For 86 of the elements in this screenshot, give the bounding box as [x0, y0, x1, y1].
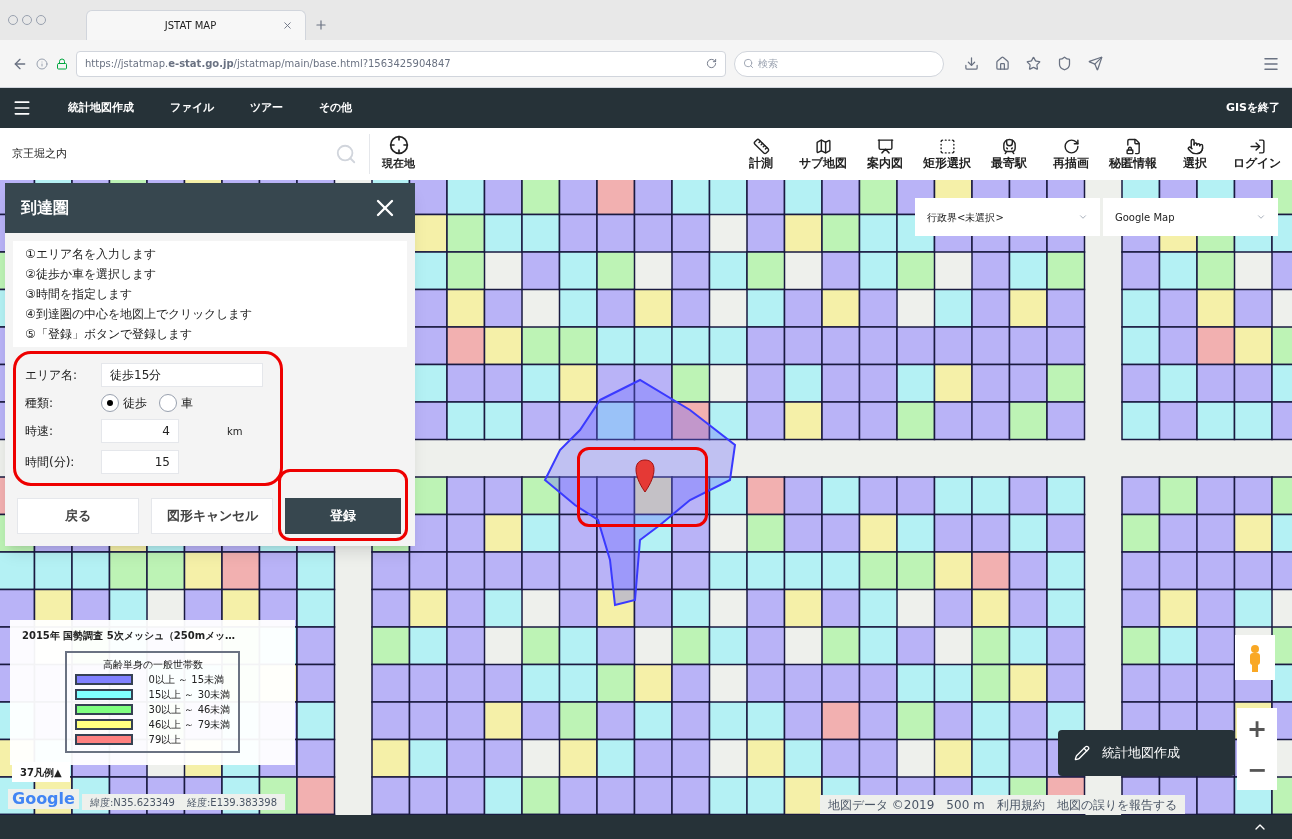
login-tool-icon — [1248, 138, 1266, 155]
field-label: 時間(分): — [25, 454, 76, 471]
browser-tab[interactable]: JSTAT MAP — [86, 10, 306, 40]
boundary-select[interactable]: 行政界<未選択> — [915, 198, 1100, 236]
radio-button[interactable] — [159, 394, 177, 412]
unit-text: km — [227, 424, 243, 439]
pencil-icon — [1074, 745, 1090, 761]
attribution-text: 地図データ ©2019 — [828, 797, 935, 812]
google-logo: Google — [8, 789, 79, 809]
pegman-icon — [1248, 643, 1262, 672]
map-pin-icon — [635, 459, 655, 493]
nav-menu-item[interactable]: ツアー — [250, 99, 283, 117]
map-tool-button[interactable]: 案内図 — [854, 138, 916, 170]
measure-tool-icon — [752, 138, 770, 155]
speed-field[interactable]: 4 — [101, 419, 179, 443]
nav-menu-item[interactable]: ファイル — [170, 99, 214, 117]
attribution-text[interactable]: 地図の誤りを報告する — [1056, 797, 1177, 812]
crosshair-icon — [388, 135, 409, 156]
legend-title: 2015年 国勢調査 5次メッシュ（250mメッ… — [22, 629, 236, 643]
current-location-button[interactable]: 現在地 — [382, 135, 415, 173]
legend-label: 0以上 ～ 15未満 — [148, 673, 225, 687]
reload-icon[interactable] — [706, 58, 717, 69]
search-icon — [335, 143, 357, 165]
time-field[interactable]: 15 — [101, 450, 179, 474]
map-tool-button[interactable]: 最寄駅 — [978, 138, 1040, 170]
nav-menu-item[interactable]: 統計地図作成 — [68, 99, 134, 117]
shield-icon[interactable] — [1057, 56, 1072, 71]
map-tool-button[interactable]: 秘匿情報 — [1102, 138, 1164, 170]
secret-tool-icon — [1124, 138, 1142, 155]
attribution-text[interactable]: 利用規約 — [996, 797, 1045, 812]
rect-tool-icon — [938, 138, 956, 155]
select-tool-icon — [1186, 138, 1204, 155]
legend-label: 79以上 — [148, 733, 182, 747]
instruction-text: ⑤「登録」ボタンで登録します — [25, 326, 193, 343]
search-icon — [743, 58, 754, 69]
coordinate-text: 経度:E139.383398 — [186, 795, 278, 810]
legend-label: 46以上 ～ 79未満 — [148, 718, 231, 732]
lock-icon — [56, 57, 68, 70]
send-icon[interactable] — [1088, 56, 1103, 71]
exit-gis-link[interactable]: GISを終了 — [1225, 99, 1280, 117]
download-icon[interactable] — [964, 56, 979, 71]
panel-button[interactable]: 図形キャンセル — [151, 498, 273, 534]
caret-icon — [1256, 212, 1266, 222]
field-label: 時速: — [25, 423, 55, 440]
redraw-tool-icon — [1062, 138, 1080, 155]
instruction-text: ②徒歩か車を選択します — [25, 266, 157, 283]
map-tool-button[interactable]: 選択 — [1164, 138, 1226, 170]
bookmark-star-icon[interactable] — [1026, 56, 1041, 71]
legend-label: 15以上 ～ 30未満 — [148, 688, 231, 702]
coordinate-text: 緯度:N35.623349 — [90, 795, 175, 810]
field-label: エリア名: — [25, 367, 79, 384]
zoom-out-button[interactable]: − — [1246, 751, 1268, 788]
tab-close-icon[interactable] — [282, 20, 293, 31]
legend-label: 30以上 ～ 46未満 — [148, 703, 231, 717]
area-name-field[interactable]: 徒歩15分 — [101, 363, 263, 387]
map-tool-button[interactable]: 計測 — [730, 138, 792, 170]
place-search-field[interactable]: 京王堀之内 — [0, 134, 370, 174]
menu-icon[interactable] — [12, 98, 32, 118]
home-icon[interactable] — [995, 56, 1010, 71]
radio-label: 車 — [181, 395, 193, 412]
radio-button[interactable] — [101, 394, 119, 412]
map-tool-button[interactable]: サブ地図 — [792, 138, 854, 170]
station-tool-icon — [1000, 138, 1018, 155]
zoom-in-button[interactable]: + — [1246, 710, 1268, 747]
nav-menu-item[interactable]: その他 — [319, 99, 352, 117]
instruction-text: ③時間を指定します — [25, 286, 133, 303]
submap-tool-icon — [814, 138, 832, 155]
url-field[interactable]: https://jstatmap.e-stat.go.jp/jstatmap/main/base.html?1563425904847 — [76, 50, 726, 77]
register-button[interactable]: 登録 — [285, 498, 401, 534]
basemap-select[interactable]: Google Map — [1103, 198, 1278, 236]
attribution-text: 500 m — [946, 797, 985, 812]
caret-icon — [1078, 212, 1088, 222]
map-tool-button[interactable]: 再描画 — [1040, 138, 1102, 170]
instruction-text: ④到達圏の中心を地図上でクリックします — [25, 306, 253, 323]
field-label: 種類: — [25, 395, 55, 412]
instruction-text: ①エリア名を入力します — [25, 246, 157, 263]
create-stat-map-button[interactable]: 統計地図作成 — [1058, 730, 1235, 776]
radio-label: 徒歩 — [123, 395, 147, 412]
panel-title: 到達圏 — [21, 197, 69, 219]
map-tool-button[interactable]: 矩形選択 — [916, 138, 978, 170]
map-tool-button[interactable]: ログイン — [1226, 138, 1288, 170]
legend-toggle-button[interactable]: 37凡例▲ — [12, 762, 70, 782]
guide-tool-icon — [876, 138, 894, 155]
panel-button[interactable]: 戻る — [17, 498, 139, 534]
legend-header: 高齢単身の一般世帯数 — [101, 658, 204, 672]
url-text: https://jstatmap.e-stat.go.jp/jstatmap/main/base.html?1563425904847 — [85, 57, 451, 71]
